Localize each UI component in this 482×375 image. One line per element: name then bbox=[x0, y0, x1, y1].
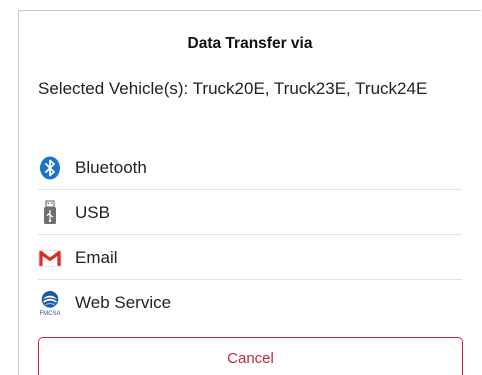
data-transfer-dialog: Data Transfer via Selected Vehicle(s): T… bbox=[18, 10, 481, 375]
option-bluetooth[interactable]: Bluetooth bbox=[38, 146, 462, 190]
cancel-button-label: Cancel bbox=[227, 350, 274, 367]
dialog-title: Data Transfer via bbox=[187, 35, 313, 52]
option-web-service[interactable]: FMCSA Web Service bbox=[38, 281, 462, 325]
usb-icon bbox=[38, 199, 62, 226]
option-usb-label: USB bbox=[75, 202, 110, 222]
cancel-button[interactable]: Cancel bbox=[38, 337, 463, 375]
bluetooth-icon bbox=[38, 155, 62, 181]
selected-vehicles-text: Selected Vehicle(s): Truck20E, Truck23E,… bbox=[38, 79, 428, 98]
fmcsa-icon: FMCSA bbox=[38, 290, 62, 317]
fmcsa-icon-text: FMCSA bbox=[40, 311, 61, 317]
gmail-icon bbox=[38, 245, 62, 271]
option-email-label: Email bbox=[75, 247, 118, 267]
option-usb[interactable]: USB bbox=[38, 191, 462, 235]
option-email[interactable]: Email bbox=[38, 236, 462, 280]
option-bluetooth-label: Bluetooth bbox=[75, 157, 147, 177]
option-web-service-label: Web Service bbox=[75, 293, 172, 312]
